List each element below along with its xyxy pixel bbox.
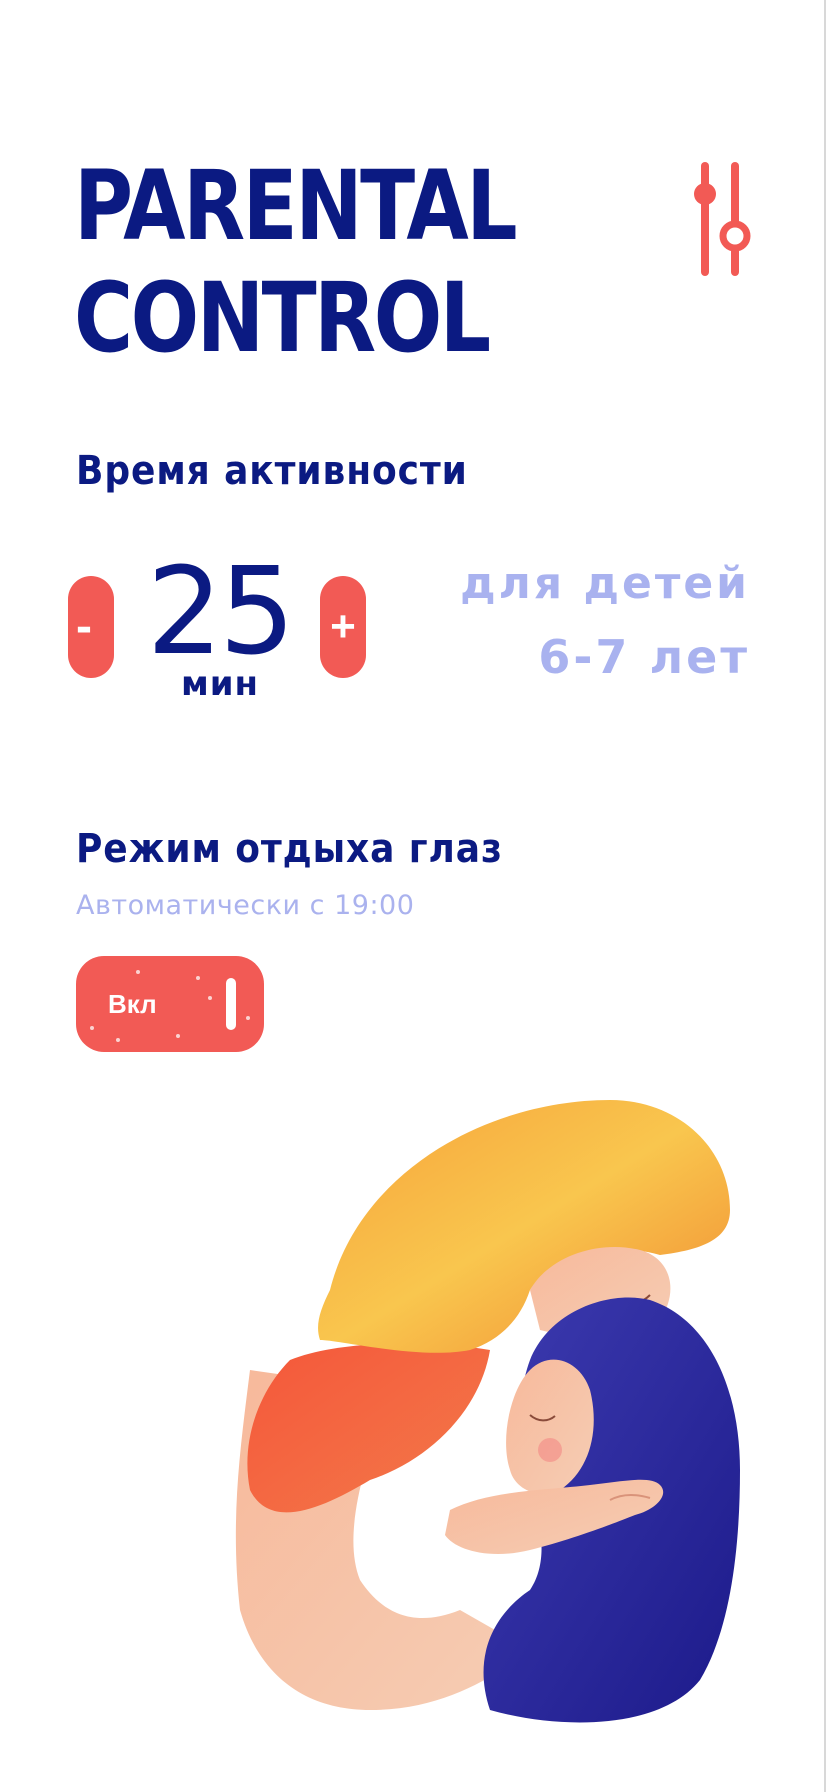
minus-icon: - bbox=[76, 600, 92, 653]
eye-rest-heading: Режим отдыха глаз bbox=[76, 826, 503, 872]
age-group-range: 6-7 лет bbox=[538, 630, 750, 684]
mother-hugging-child-illustration bbox=[235, 1100, 740, 1723]
texture-speck bbox=[246, 1016, 250, 1020]
eye-rest-schedule: Автоматически с 19:00 bbox=[76, 890, 415, 921]
texture-speck bbox=[176, 1034, 180, 1038]
texture-speck bbox=[90, 1026, 94, 1030]
toggle-knob bbox=[226, 978, 236, 1030]
increase-time-button[interactable]: + bbox=[320, 576, 366, 678]
toggle-state-label: Вкл bbox=[108, 989, 157, 1019]
texture-speck bbox=[208, 996, 212, 1000]
eye-rest-toggle[interactable]: Вкл bbox=[76, 956, 264, 1052]
settings-button[interactable] bbox=[684, 160, 756, 280]
sliders-icon bbox=[694, 162, 751, 276]
page-title-line1: PARENTAL bbox=[74, 150, 518, 262]
decrease-time-button[interactable]: - bbox=[68, 576, 114, 678]
age-group-label: для детей bbox=[460, 558, 750, 609]
page-title: PARENTAL CONTROL bbox=[74, 150, 518, 374]
plus-icon: + bbox=[330, 602, 356, 651]
texture-speck bbox=[196, 976, 200, 980]
activity-time-heading: Время активности bbox=[76, 448, 468, 494]
mother-child-illustration bbox=[230, 1090, 790, 1740]
page-title-line2: CONTROL bbox=[74, 262, 491, 374]
activity-time-value: 25 bbox=[146, 543, 296, 682]
activity-time-unit: мин bbox=[180, 664, 260, 704]
